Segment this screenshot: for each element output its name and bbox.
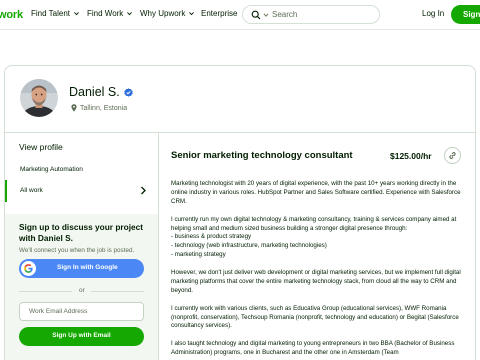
- verified-badge-icon: [124, 87, 133, 97]
- card-divider: [5, 132, 475, 133]
- description-paragraph: Marketing technologist with 20 years of …: [171, 180, 461, 205]
- google-signin-button[interactable]: Sign In with Google: [19, 259, 144, 278]
- search-bar[interactable]: [242, 5, 380, 24]
- profile-name-row: Daniel S.: [69, 85, 133, 99]
- avatar-photo-icon: [20, 79, 58, 117]
- chevron-down-icon: [127, 12, 133, 16]
- separator-line: [19, 291, 72, 292]
- description-paragraph: I currently run my own digital technolog…: [171, 215, 457, 259]
- chevron-down-icon: [74, 12, 79, 16]
- nav-find-talent-label: Find Talent: [31, 9, 70, 18]
- description-paragraph: I currently work with various clients, s…: [171, 304, 459, 330]
- google-logo-badge: [21, 261, 36, 276]
- nav-find-work[interactable]: Find Work: [87, 9, 133, 18]
- freelancer-profile-card: Daniel S. Tallinn, Estonia View profile …: [4, 65, 476, 360]
- column-divider: [158, 132, 159, 360]
- chevron-right-icon: [141, 186, 146, 195]
- nav-find-work-label: Find Work: [87, 9, 124, 18]
- chevron-down-icon[interactable]: [263, 12, 269, 18]
- profile-description: Marketing technologist with 20 years of …: [171, 180, 467, 360]
- signup-button[interactable]: Sign: [451, 5, 480, 24]
- profile-name: Daniel S.: [69, 85, 120, 99]
- top-navbar: work Find Talent Find Work Why Upwork En…: [0, 0, 480, 30]
- upwork-logo[interactable]: work: [0, 9, 23, 21]
- copy-link-button[interactable]: [444, 147, 461, 164]
- chevron-down-icon: [189, 12, 195, 16]
- hourly-rate: $125.00/hr: [390, 151, 432, 161]
- separator-line: [91, 291, 144, 292]
- signup-panel-subtitle: We'll connect you when the job is posted…: [19, 247, 135, 254]
- description-paragraph: However, we don't just deliver web devel…: [171, 269, 461, 294]
- signup-panel: Sign up to discuss your project with Dan…: [5, 214, 158, 360]
- view-profile-heading: View profile: [19, 142, 63, 152]
- google-icon: [24, 264, 33, 273]
- nav-why-upwork-label: Why Upwork: [140, 9, 186, 18]
- login-link[interactable]: Log In: [422, 9, 444, 18]
- email-field[interactable]: [19, 302, 144, 321]
- location-text: Tallinn, Estonia: [80, 104, 128, 112]
- profile-location: Tallinn, Estonia: [71, 104, 127, 112]
- location-pin-icon: [71, 104, 77, 112]
- link-icon: [449, 152, 456, 159]
- nav-enterprise[interactable]: Enterprise: [201, 9, 237, 18]
- avatar[interactable]: [20, 79, 58, 117]
- signup-email-label: Sign Up with Email: [52, 332, 111, 339]
- search-input[interactable]: [272, 8, 372, 21]
- search-icon: [251, 10, 261, 20]
- sidebar-item-all-work[interactable]: All work: [5, 180, 158, 202]
- or-text: or: [79, 287, 85, 294]
- description-paragraph: I also taught technology and digital mar…: [171, 340, 455, 357]
- or-separator: or: [19, 287, 144, 295]
- sidebar-item-label: All work: [20, 187, 43, 194]
- sidebar-item-marketing-automation[interactable]: Marketing Automation: [20, 166, 83, 173]
- nav-why-upwork[interactable]: Why Upwork: [140, 9, 195, 18]
- profile-headline: Senior marketing technology consultant: [171, 150, 353, 161]
- google-signin-label: Sign In with Google: [57, 264, 118, 271]
- signup-email-button[interactable]: Sign Up with Email: [19, 327, 144, 346]
- signup-panel-title: Sign up to discuss your project with Dan…: [19, 222, 144, 243]
- nav-enterprise-label: Enterprise: [201, 9, 238, 18]
- nav-find-talent[interactable]: Find Talent: [31, 9, 80, 18]
